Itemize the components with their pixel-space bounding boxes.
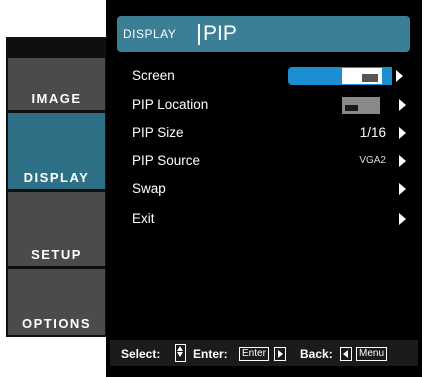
menu-item-screen[interactable]: Screen [106, 64, 422, 88]
pip-source-value: VGA2 [359, 155, 386, 166]
enter-label: Enter: [193, 347, 228, 361]
chevron-right-icon[interactable] [396, 70, 403, 82]
exit-label: Exit [132, 211, 155, 226]
enter-key: Enter [239, 347, 269, 361]
chevron-right-icon[interactable] [399, 183, 406, 195]
selection-highlight [288, 67, 392, 85]
pip-location-preview-icon [342, 97, 380, 114]
chevron-right-icon[interactable] [399, 127, 406, 139]
help-bar: Select: Enter: Enter Back: Menu [110, 340, 418, 366]
pip-source-label: PIP Source [132, 153, 201, 168]
header-section: DISPLAY [123, 27, 177, 41]
menu-item-pip-size[interactable]: PIP Size 1/16 [106, 121, 422, 145]
menu-item-pip-location[interactable]: PIP Location [106, 93, 422, 117]
tab-options[interactable]: OPTIONS [8, 269, 105, 335]
menu-tabs: IMAGE DISPLAY SETUP OPTIONS [6, 37, 107, 337]
chevron-right-icon[interactable] [399, 213, 406, 225]
back-label: Back: [300, 347, 333, 361]
header-divider [198, 24, 200, 45]
menu-key: Menu [356, 347, 388, 361]
tab-setup[interactable]: SETUP [8, 192, 105, 266]
menu-item-exit[interactable]: Exit [106, 207, 422, 231]
tab-display[interactable]: DISPLAY [8, 113, 105, 189]
tab-image-label: IMAGE [31, 91, 82, 106]
tab-setup-label: SETUP [31, 247, 82, 262]
tab-display-label: DISPLAY [23, 170, 90, 185]
tab-image[interactable]: IMAGE [8, 58, 105, 110]
tab-options-label: OPTIONS [21, 316, 91, 331]
page-title: PIP [203, 22, 237, 45]
pip-size-value: 1/16 [359, 125, 386, 140]
select-label: Select: [121, 347, 161, 361]
menu-item-swap[interactable]: Swap [106, 177, 422, 201]
screen-label: Screen [132, 68, 175, 83]
up-down-icon [175, 344, 186, 362]
left-arrow-key-icon [340, 347, 352, 361]
pip-location-label: PIP Location [132, 97, 209, 112]
chevron-right-icon[interactable] [399, 99, 406, 111]
right-arrow-key-icon [274, 347, 286, 361]
osd-panel: DISPLAY PIP Screen PIP Location PIP Size… [106, 0, 422, 377]
header-bar: DISPLAY PIP [117, 16, 410, 52]
menu-item-pip-source[interactable]: PIP Source VGA2 [106, 149, 422, 173]
pip-size-label: PIP Size [132, 125, 184, 140]
screen-preview-icon [342, 68, 382, 84]
chevron-right-icon[interactable] [399, 155, 406, 167]
swap-label: Swap [132, 181, 166, 196]
